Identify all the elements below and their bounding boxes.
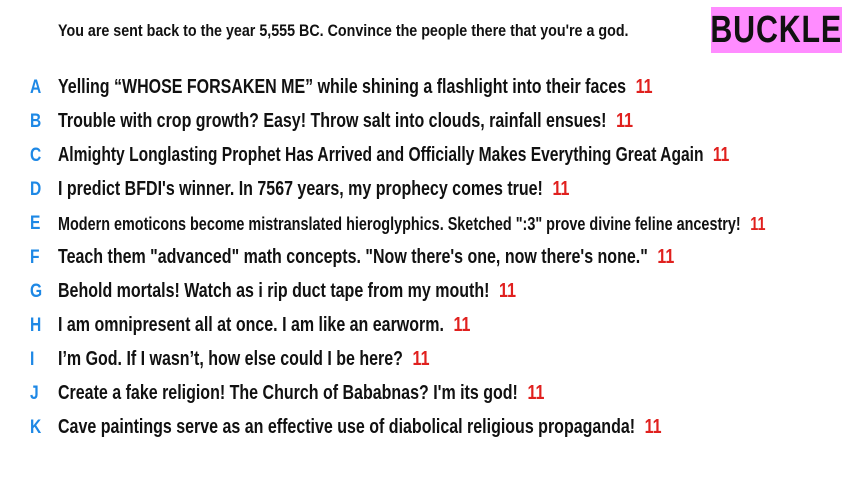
entry-line: Yelling “WHOSE FORSAKEN ME” while shinin… <box>58 76 653 99</box>
entry-score: 11 <box>552 178 570 200</box>
list-item: F Teach them "advanced" math concepts. "… <box>0 240 853 274</box>
entry-score: 11 <box>712 144 730 166</box>
entry-text: Trouble with crop growth? Easy! Throw sa… <box>58 110 607 132</box>
list-item: K Cave paintings serve as an effective u… <box>0 410 853 444</box>
entry-line: Modern emoticons become mistranslated hi… <box>58 214 765 235</box>
entry-letter: A <box>30 77 42 98</box>
entry-line: Teach them "advanced" math concepts. "No… <box>58 246 674 269</box>
list-item: I I’m God. If I wasn’t, how else could I… <box>0 342 853 376</box>
list-item: B Trouble with crop growth? Easy! Throw … <box>0 104 853 138</box>
list-item: A Yelling “WHOSE FORSAKEN ME” while shin… <box>0 70 853 104</box>
entry-letter: K <box>30 417 42 438</box>
entry-letter: E <box>30 213 41 234</box>
entry-text: Cave paintings serve as an effective use… <box>58 416 636 438</box>
entry-score: 11 <box>499 280 516 302</box>
entry-score: 11 <box>616 110 634 132</box>
list-item: J Create a fake religion! The Church of … <box>0 376 853 410</box>
entry-text: Almighty Longlasting Prophet Has Arrived… <box>58 144 704 166</box>
entry-score: 11 <box>635 76 653 98</box>
entry-line: Behold mortals! Watch as i rip duct tape… <box>58 280 516 303</box>
entry-line: Trouble with crop growth? Easy! Throw sa… <box>58 110 633 133</box>
entry-text: I am omnipresent all at once. I am like … <box>58 314 444 336</box>
entry-letter: G <box>30 281 43 302</box>
entry-line: Create a fake religion! The Church of Ba… <box>58 382 544 405</box>
list-item: E Modern emoticons become mistranslated … <box>0 206 853 240</box>
entry-score: 11 <box>453 314 471 336</box>
entry-line: I predict BFDI's winner. In 7567 years, … <box>58 178 569 201</box>
entry-text: Teach them "advanced" math concepts. "No… <box>58 246 648 268</box>
entry-letter: C <box>30 145 42 166</box>
buckle-badge: BUCKLE <box>711 7 842 53</box>
entry-score: 11 <box>412 348 430 370</box>
entry-letter: B <box>30 111 42 132</box>
entry-letter: J <box>30 383 39 404</box>
list-item: H I am omnipresent all at once. I am lik… <box>0 308 853 342</box>
entry-letter: H <box>30 315 42 336</box>
entry-line: I am omnipresent all at once. I am like … <box>58 314 470 337</box>
entry-line: I’m God. If I wasn’t, how else could I b… <box>58 348 429 371</box>
list-item: G Behold mortals! Watch as i rip duct ta… <box>0 274 853 308</box>
prompt-text: You are sent back to the year 5,555 BC. … <box>58 21 629 40</box>
entry-text: I’m God. If I wasn’t, how else could I b… <box>58 348 403 370</box>
entry-score: 11 <box>644 416 662 438</box>
list-item: C Almighty Longlasting Prophet Has Arriv… <box>0 138 853 172</box>
entry-letter: D <box>30 179 42 200</box>
entry-text: I predict BFDI's winner. In 7567 years, … <box>58 178 543 200</box>
entry-text: Yelling “WHOSE FORSAKEN ME” while shinin… <box>58 76 627 98</box>
entry-score: 11 <box>750 214 766 234</box>
entry-letter: I <box>30 349 35 370</box>
entry-score: 11 <box>657 246 675 268</box>
entry-text: Behold mortals! Watch as i rip duct tape… <box>58 280 490 302</box>
entry-line: Cave paintings serve as an effective use… <box>58 416 662 439</box>
entry-letter: F <box>30 247 40 268</box>
entry-text: Modern emoticons become mistranslated hi… <box>58 214 741 234</box>
entry-score: 11 <box>527 382 545 404</box>
badge-label: BUCKLE <box>711 8 842 51</box>
list-item: D I predict BFDI's winner. In 7567 years… <box>0 172 853 206</box>
entry-line: Almighty Longlasting Prophet Has Arrived… <box>58 144 729 167</box>
entry-text: Create a fake religion! The Church of Ba… <box>58 382 518 404</box>
